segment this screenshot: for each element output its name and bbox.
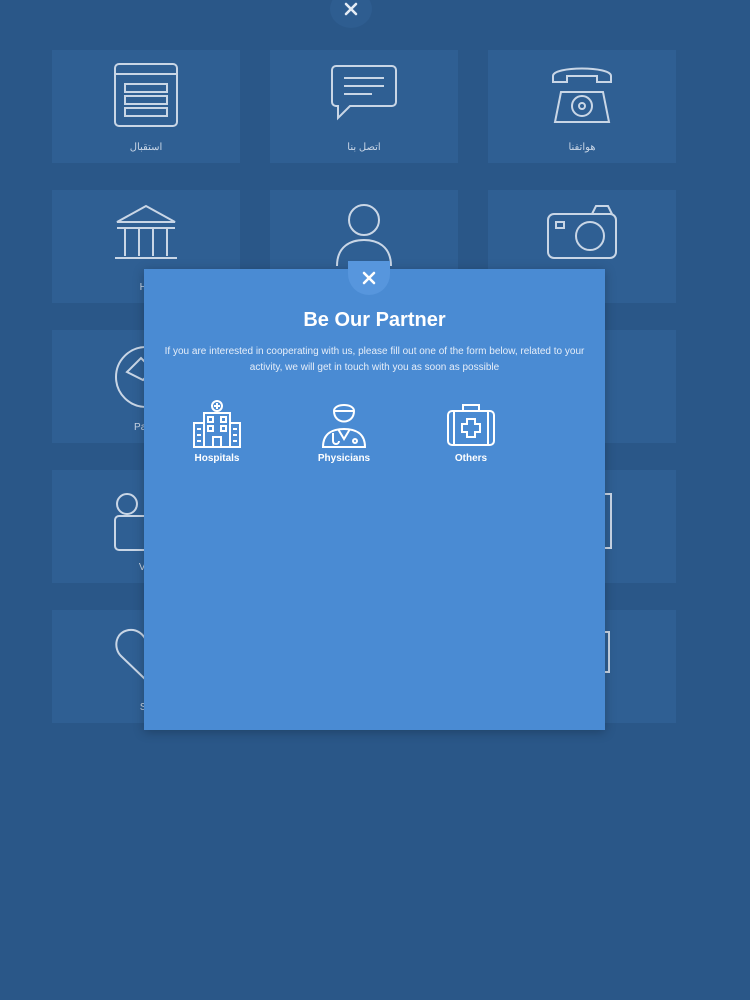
menu-tile-phones[interactable]: هواتفنا bbox=[488, 50, 676, 163]
tile-label: اتصل بنا bbox=[347, 142, 381, 153]
reception-icon bbox=[114, 63, 178, 127]
option-physicians[interactable]: Physicians bbox=[299, 399, 389, 464]
close-icon bbox=[362, 271, 376, 285]
partner-modal: Be Our Partner If you are interested in … bbox=[144, 261, 605, 730]
partner-options: Hospitals Physicians Others bbox=[144, 399, 605, 469]
camera-icon bbox=[547, 205, 617, 259]
physician-icon bbox=[321, 404, 367, 448]
close-icon bbox=[344, 2, 358, 16]
menu-tile-contact[interactable]: اتصل بنا bbox=[270, 50, 458, 163]
modal-close-button[interactable] bbox=[348, 261, 390, 295]
modal-description: If you are interested in cooperating wit… bbox=[164, 346, 585, 373]
option-label: Hospitals bbox=[194, 453, 240, 464]
option-label: Others bbox=[454, 453, 488, 464]
building-icon bbox=[115, 204, 177, 259]
option-others[interactable]: Others bbox=[426, 399, 516, 464]
menu-tile-reception[interactable]: استقبال bbox=[52, 50, 240, 163]
option-hospitals[interactable]: Hospitals bbox=[172, 399, 262, 464]
modal-title: Be Our Partner bbox=[303, 309, 446, 331]
chat-icon bbox=[331, 65, 397, 121]
medical-kit-icon bbox=[447, 404, 495, 446]
telephone-icon bbox=[552, 67, 612, 123]
person-icon bbox=[336, 204, 392, 267]
option-label: Physicians bbox=[317, 453, 371, 464]
tile-label: هواتفنا bbox=[568, 142, 596, 153]
hospital-icon bbox=[193, 400, 241, 448]
overlay-close-button[interactable] bbox=[330, 0, 372, 28]
tile-label: استقبال bbox=[129, 142, 163, 153]
